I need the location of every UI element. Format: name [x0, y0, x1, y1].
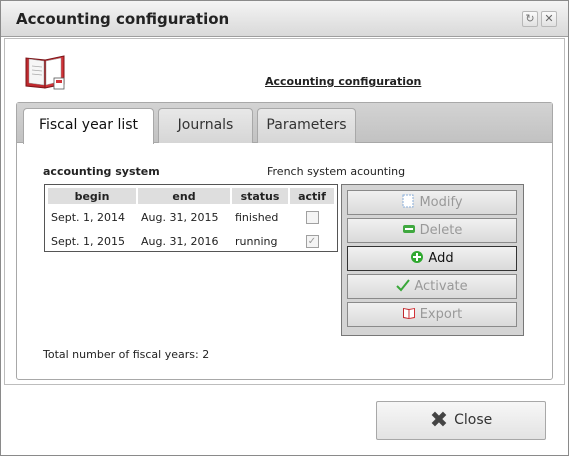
- column-header-begin[interactable]: begin: [48, 188, 136, 204]
- cell-end: Aug. 31, 2016: [141, 234, 219, 248]
- dialog-window: Accounting configuration ↻ ✕ Accounting …: [0, 0, 569, 456]
- actif-checkbox[interactable]: ✓: [305, 234, 319, 248]
- window-title: Accounting configuration: [16, 10, 230, 28]
- table-row[interactable]: Sept. 1, 2014 Aug. 31, 2015 finished: [48, 206, 334, 228]
- cell-actif: [290, 206, 334, 228]
- add-icon: [410, 250, 424, 264]
- fiscal-year-grid: begin end status actif Sept. 1, 2014 Aug…: [44, 184, 338, 252]
- close-button-label: Close: [454, 412, 493, 428]
- cell-status: finished: [235, 210, 279, 224]
- cell-actif: ✓: [290, 230, 334, 252]
- activate-button[interactable]: Activate: [347, 274, 517, 299]
- add-button[interactable]: Add: [347, 246, 517, 271]
- page-title: Accounting configuration: [265, 75, 422, 88]
- window-close-icon[interactable]: ✕: [541, 11, 557, 27]
- tab-fiscal-year-list[interactable]: Fiscal year list: [23, 108, 154, 144]
- action-button-panel: Modify Delete Add Activate Export: [341, 184, 524, 336]
- total-fiscal-years: Total number of fiscal years: 2: [43, 348, 210, 361]
- delete-icon: [402, 222, 416, 236]
- delete-button[interactable]: Delete: [347, 218, 517, 243]
- cell-end: Aug. 31, 2015: [141, 210, 219, 224]
- refresh-icon[interactable]: ↻: [522, 11, 538, 27]
- checkmark-icon: [396, 278, 411, 292]
- title-bar: Accounting configuration ↻ ✕: [1, 1, 568, 37]
- export-button-label: Export: [419, 307, 463, 322]
- cell-begin: Sept. 1, 2015: [51, 234, 126, 248]
- tab-strip: Fiscal year list Journals Parameters: [17, 103, 552, 144]
- activate-button-label: Activate: [414, 279, 468, 294]
- table-row[interactable]: Sept. 1, 2015 Aug. 31, 2016 running ✓: [48, 230, 334, 252]
- accounting-book-icon: [25, 55, 65, 90]
- accounting-system-label: accounting system: [43, 165, 160, 178]
- accounting-system-value: French system acounting: [267, 165, 406, 178]
- modify-button-label: Modify: [419, 195, 463, 210]
- column-header-actif[interactable]: actif: [290, 188, 334, 204]
- cell-status: running: [235, 234, 278, 248]
- modify-icon: [401, 194, 415, 208]
- column-header-status[interactable]: status: [232, 188, 288, 204]
- tab-parameters[interactable]: Parameters: [257, 108, 356, 143]
- close-button[interactable]: ✖ Close: [376, 401, 546, 440]
- delete-button-label: Delete: [419, 223, 463, 238]
- actif-checkbox[interactable]: [305, 210, 319, 224]
- cell-begin: Sept. 1, 2014: [51, 210, 126, 224]
- column-header-end[interactable]: end: [138, 188, 230, 204]
- dialog-content: Accounting configuration Fiscal year lis…: [4, 38, 565, 385]
- export-icon: [402, 306, 416, 320]
- close-x-icon: ✖: [429, 408, 449, 433]
- export-button[interactable]: Export: [347, 302, 517, 327]
- table-header-row: begin end status actif: [48, 188, 334, 204]
- tab-panel: Fiscal year list Journals Parameters acc…: [16, 102, 553, 380]
- add-button-label: Add: [428, 251, 454, 266]
- modify-button[interactable]: Modify: [347, 190, 517, 215]
- tab-journals[interactable]: Journals: [158, 108, 253, 143]
